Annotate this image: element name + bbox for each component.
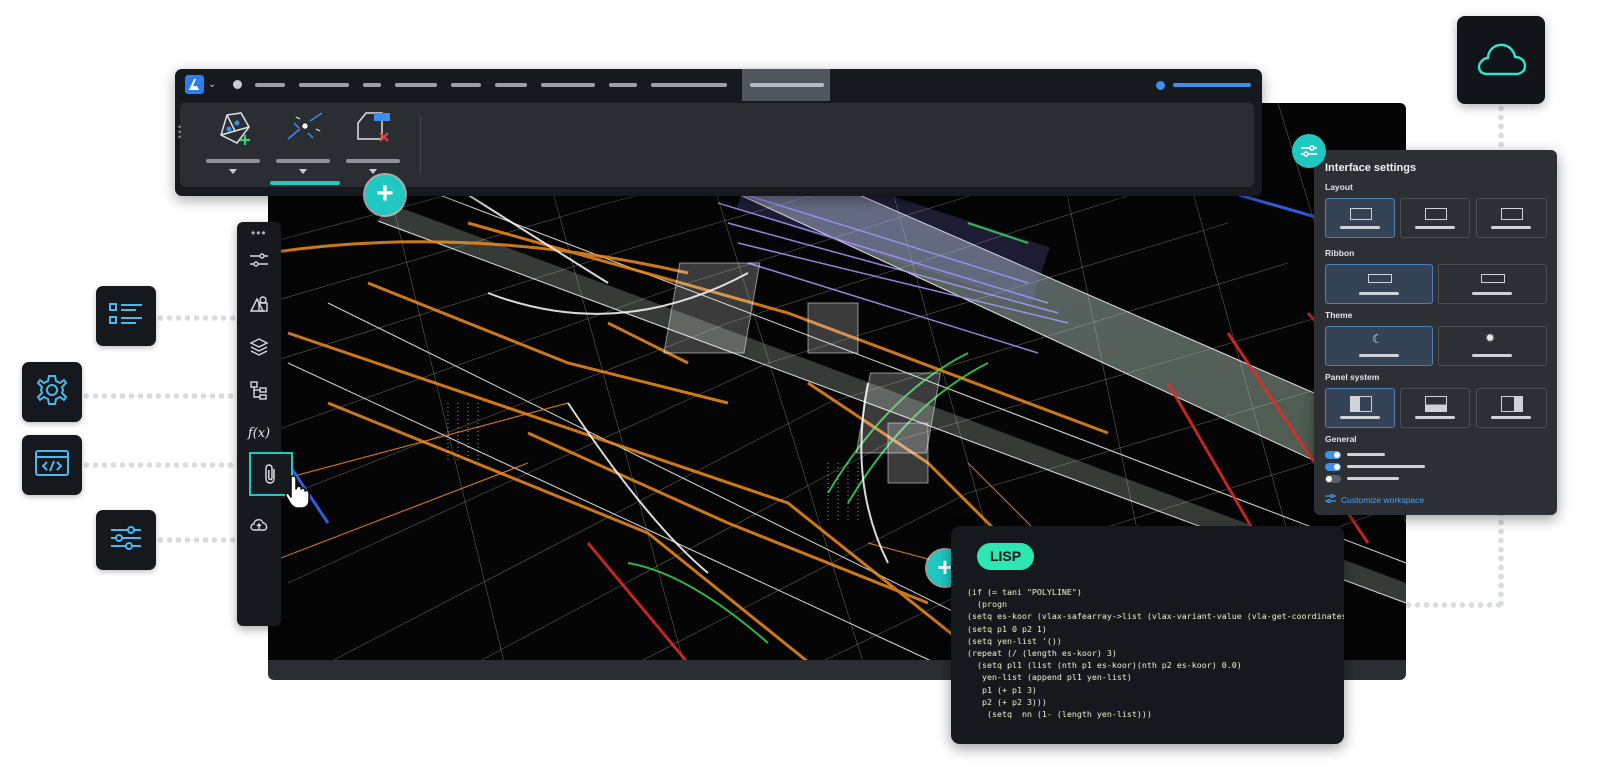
solid-edit-icon — [215, 109, 255, 154]
menu-item[interactable] — [363, 83, 381, 87]
menu-item[interactable] — [651, 83, 727, 87]
moon-icon: ☾ — [1372, 332, 1383, 346]
lisp-badge: LISP — [977, 543, 1034, 570]
connector-gear — [82, 392, 240, 400]
record-icon[interactable] — [233, 80, 242, 89]
connector-sliders — [156, 536, 240, 544]
ribbon-option-2[interactable] — [1438, 264, 1547, 304]
ribbon-separator — [420, 117, 421, 173]
menu-tab-active[interactable] — [742, 69, 830, 101]
theme-option-light[interactable]: ✹ — [1438, 326, 1547, 366]
feature-tile-sliders[interactable] — [96, 510, 156, 570]
lisp-code-block[interactable]: (if (= tani "POLYLINE") (progn (setq es-… — [967, 586, 1344, 720]
gear-icon — [35, 373, 69, 412]
layout-option-3[interactable] — [1476, 198, 1547, 238]
chevron-down-icon[interactable]: ⌄ — [208, 79, 216, 90]
connector-cloud-horizontal — [1404, 601, 1504, 609]
general-toggle-2[interactable] — [1325, 463, 1341, 471]
menu-bar: ⌄ — [175, 69, 1262, 101]
code-icon — [34, 449, 70, 482]
menu-item[interactable] — [299, 83, 349, 87]
cloud-upload-icon[interactable] — [247, 512, 271, 536]
menu-item[interactable] — [451, 83, 481, 87]
ribbon-panel: • • • — [178, 103, 1254, 187]
menu-item[interactable] — [609, 83, 637, 87]
general-toggle-3[interactable] — [1325, 475, 1341, 483]
shapes-icon[interactable] — [247, 292, 271, 316]
general-toggle-3-label — [1347, 477, 1399, 480]
menu-item[interactable] — [541, 83, 595, 87]
layout-option-2[interactable] — [1400, 198, 1470, 238]
sun-icon: ✹ — [1485, 331, 1496, 345]
layout-option-1[interactable] — [1325, 198, 1395, 238]
section-layout: Layout — [1325, 182, 1353, 192]
settings-toggle-button[interactable] — [1292, 134, 1326, 168]
panel-option-3[interactable] — [1476, 388, 1547, 428]
add-panel-button[interactable]: + — [365, 175, 405, 215]
attach-icon — [262, 463, 280, 490]
section-ribbon: Ribbon — [1325, 248, 1355, 258]
function-icon[interactable]: f(x) — [247, 421, 271, 445]
app-window-header: ⌄ • • • — [175, 69, 1262, 196]
panel-option-2[interactable] — [1400, 388, 1470, 428]
cloud-icon — [1475, 40, 1527, 83]
toolbar-grip[interactable]: ••• — [251, 226, 267, 240]
connector-code — [82, 461, 240, 469]
menu-item[interactable] — [255, 83, 285, 87]
settings-sliders-icon[interactable] — [247, 248, 271, 272]
ribbon-button-snap[interactable] — [270, 109, 340, 185]
user-name-bar[interactable] — [1173, 83, 1251, 87]
delete-face-icon — [354, 109, 394, 154]
function-label: f(x) — [247, 425, 271, 441]
customize-workspace-label: Customize workspace — [1341, 494, 1425, 505]
menu-item[interactable] — [395, 83, 437, 87]
hierarchy-icon[interactable] — [247, 378, 271, 402]
list-icon — [108, 301, 144, 332]
pointer-hand-icon — [284, 474, 314, 515]
ribbon-button-delete-face[interactable] — [342, 109, 406, 179]
bricscad-logo-icon[interactable] — [185, 75, 204, 94]
interface-settings-panel: Interface settings Layout Ribbon Theme ☾… — [1292, 134, 1557, 515]
ribbon-grip[interactable]: • • • — [178, 123, 181, 142]
sliders-icon — [109, 524, 143, 557]
settings-sliders-icon — [1300, 144, 1318, 163]
layers-icon[interactable] — [247, 335, 271, 359]
feature-tile-gear[interactable] — [22, 362, 82, 422]
ribbon-button-solid-edit[interactable] — [202, 109, 266, 179]
sliders-icon — [1325, 494, 1336, 505]
section-theme: Theme — [1325, 310, 1353, 320]
user-status-dot[interactable] — [1156, 81, 1165, 90]
general-toggle-1-label — [1347, 453, 1385, 456]
feature-tile-cloud[interactable] — [1457, 16, 1545, 104]
theme-option-dark[interactable]: ☾ — [1325, 326, 1433, 366]
customize-workspace-link[interactable]: Customize workspace — [1325, 494, 1424, 505]
section-general: General — [1325, 434, 1357, 444]
ribbon-active-indicator — [270, 181, 340, 185]
menu-item[interactable] — [495, 83, 527, 87]
feature-tile-code[interactable] — [22, 435, 82, 495]
connector-list — [156, 314, 240, 322]
general-toggle-1[interactable] — [1325, 451, 1341, 459]
section-panel-system: Panel system — [1325, 372, 1380, 382]
side-toolbar: ••• f(x) — [237, 222, 293, 626]
snap-point-icon — [286, 111, 324, 150]
lisp-code-panel: LISP (if (= tani "POLYLINE") (progn (set… — [951, 526, 1344, 744]
ribbon-option-1[interactable] — [1325, 264, 1433, 304]
settings-title: Interface settings — [1325, 162, 1417, 174]
panel-option-1[interactable] — [1325, 388, 1395, 428]
feature-tile-list[interactable] — [96, 286, 156, 346]
general-toggle-2-label — [1347, 465, 1425, 468]
